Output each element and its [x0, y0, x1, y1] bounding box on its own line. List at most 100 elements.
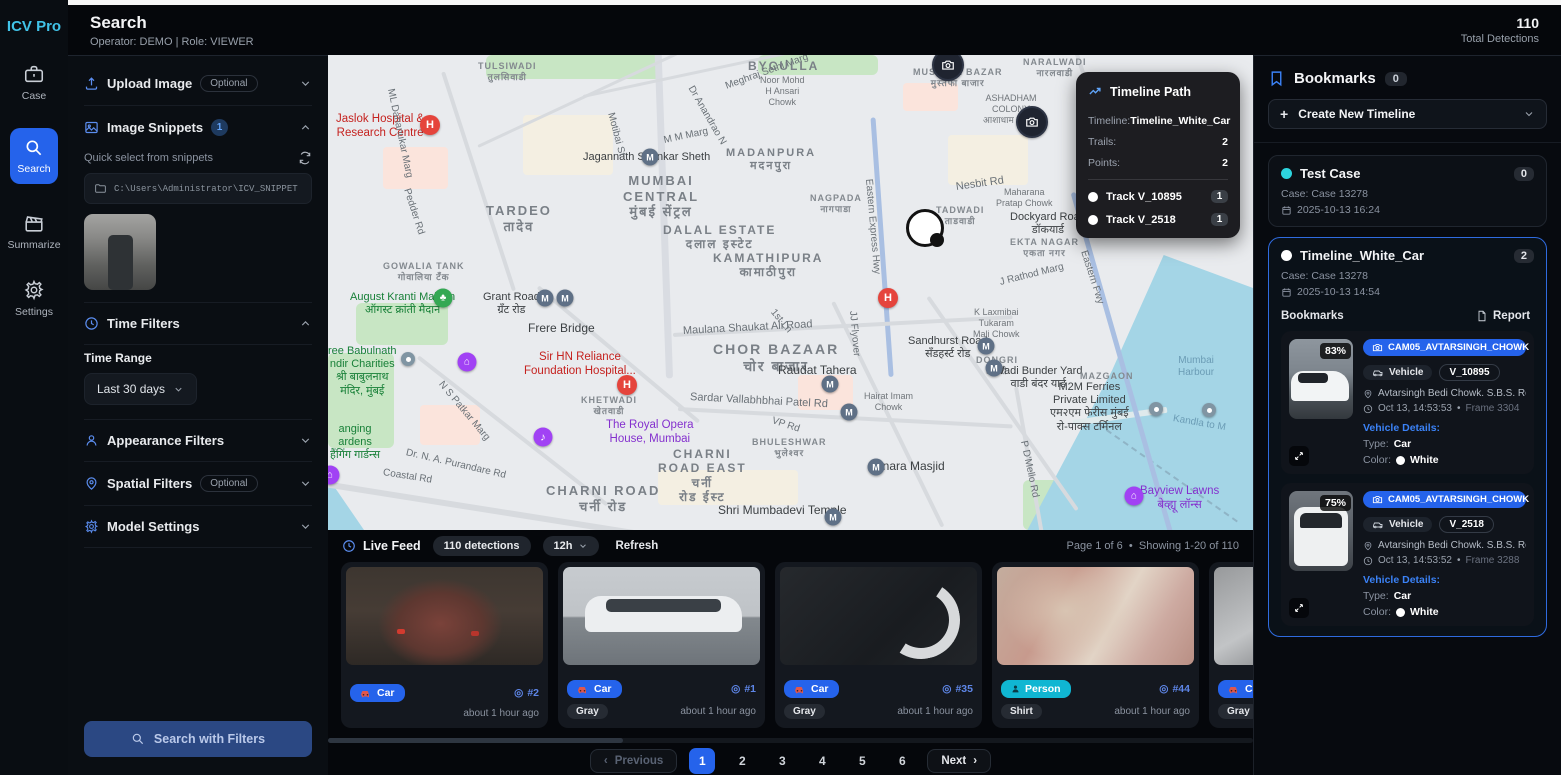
map-block [948, 135, 1028, 185]
map-label: EKTA NAGAR एकता नगर [1010, 237, 1079, 259]
location-pin-icon [84, 476, 99, 491]
chevron-down-icon [173, 384, 184, 395]
camera-marker[interactable] [1016, 106, 1048, 138]
detection-card[interactable]: Car ◎ #2 about 1 hour ago [341, 562, 548, 728]
feed-scrollbar-thumb[interactable] [328, 738, 623, 743]
color-dot [1396, 456, 1405, 465]
report-icon [1476, 310, 1488, 322]
snippet-thumbnail[interactable] [84, 214, 156, 290]
chevron-down-icon[interactable] [299, 520, 312, 533]
track-count-badge: 1 [1211, 190, 1228, 203]
image-snippets-section[interactable]: Image Snippets 1 [84, 106, 312, 149]
detection-id: ◎ #35 [942, 683, 973, 695]
search-with-filters-button[interactable]: Search with Filters [84, 721, 312, 757]
map-poi-marker[interactable]: M [986, 360, 1003, 377]
expand-icon[interactable] [1289, 598, 1309, 618]
clapperboard-icon [23, 212, 45, 234]
chevron-up-icon[interactable] [299, 121, 312, 134]
track-cluster-marker[interactable] [906, 209, 944, 247]
map-label: NAGPADA नागपाडा [810, 193, 862, 215]
detection-feed: Car ◎ #2 about 1 hour ago [328, 562, 1253, 734]
page-number-button[interactable]: 2 [729, 748, 755, 774]
model-settings-section[interactable]: Model Settings [84, 506, 312, 548]
bookmark-location: Avtarsingh Bedi Chowk. S.B.S. Road CP1-.… [1378, 388, 1526, 399]
timeline-card-test-case[interactable]: Test Case 0 Case: Case 13278 2025-10-13 … [1268, 155, 1547, 227]
map-poi-marker[interactable]: M [822, 376, 839, 393]
refresh-icon[interactable] [298, 151, 312, 165]
map-poi-marker[interactable]: M [841, 404, 858, 421]
upload-image-section[interactable]: Upload Image Optional [84, 62, 312, 106]
timeline-card-white-car[interactable]: Timeline_White_Car 2 Case: Case 13278 20… [1268, 237, 1547, 637]
map-poi-marker[interactable]: H [878, 288, 898, 308]
tooltip-track-row: Track V_10895 1 [1088, 190, 1228, 203]
time-range-select[interactable]: Last 30 days [84, 373, 197, 405]
detection-card[interactable]: Car ◎ #1 Gray about 1 hour ago [558, 562, 765, 728]
chevron-down-icon [578, 541, 588, 551]
sidebar-item-summarize[interactable]: Summarize [7, 212, 60, 251]
target-icon: ◎ [942, 683, 951, 695]
map-canvas[interactable]: TULSIWADI तुलसिवाडी BYCULLA Noor Mohd H … [328, 55, 1253, 530]
detection-card[interactable]: Car ◎ Gray [1209, 562, 1253, 728]
map-poi-marker[interactable]: ♣ [434, 289, 453, 308]
detection-card[interactable]: Person ◎ #44 Shirt about 1 hour ago [992, 562, 1199, 728]
map-label: Pedder Rd [400, 187, 426, 236]
chevron-up-icon[interactable] [299, 317, 312, 330]
timeline-case: Case: Case 13278 [1281, 188, 1534, 200]
bookmarks-section-label: Bookmarks [1281, 310, 1476, 322]
next-page-button[interactable]: Next › [927, 749, 991, 773]
map-label: The Royal Opera House, Mumbai [606, 419, 694, 447]
create-new-timeline-button[interactable]: + Create New Timeline [1268, 99, 1547, 129]
map-poi-marker[interactable] [1202, 403, 1216, 417]
map-poi-marker[interactable]: M [557, 290, 574, 307]
map-poi-marker[interactable]: M [978, 338, 995, 355]
map-poi-marker[interactable]: M [537, 290, 554, 307]
sidebar-item-settings[interactable]: Settings [15, 279, 53, 318]
map-poi-marker[interactable]: M [825, 509, 842, 526]
map-label: Hairat Imam Chowk [864, 391, 913, 413]
chevron-down-icon[interactable] [299, 77, 312, 90]
previous-page-button[interactable]: ‹ Previous [590, 749, 677, 773]
attribute-badge: Gray [567, 704, 608, 719]
map-poi-marker[interactable]: H [617, 375, 637, 395]
category-badge: Vehicle [1363, 365, 1432, 380]
bookmarks-title: Bookmarks [1294, 70, 1376, 87]
bookmark-item[interactable]: 75% CAM05_AVTARSINGH_CHOWK Vehicle [1281, 483, 1534, 626]
map-poi-marker[interactable] [1149, 402, 1163, 416]
page-number-button[interactable]: 3 [769, 748, 795, 774]
map-poi-marker[interactable]: ⌂ [1125, 487, 1144, 506]
detection-card[interactable]: Car ◎ #35 Gray about 1 hour ago [775, 562, 982, 728]
report-button[interactable]: Report [1476, 310, 1534, 322]
spatial-filters-section[interactable]: Spatial Filters Optional [84, 462, 312, 506]
sidebar-item-case[interactable]: Case [22, 63, 47, 102]
refresh-button[interactable]: Refresh [615, 540, 658, 552]
snippet-path-field[interactable]: C:\Users\Administrator\ICV_SNIPPET [84, 173, 312, 204]
time-window-select[interactable]: 12h [543, 536, 600, 556]
sidebar-item-search[interactable]: Search [10, 128, 58, 184]
car-icon [1228, 685, 1240, 694]
map-poi-marker[interactable]: M [642, 149, 659, 166]
page-number-button[interactable]: 4 [809, 748, 835, 774]
time-filters-section[interactable]: Time Filters [84, 302, 312, 345]
map-poi-marker[interactable]: ♪ [534, 428, 553, 447]
timeline-case: Case: Case 13278 [1281, 270, 1534, 282]
feed-scrollbar[interactable] [328, 738, 1253, 743]
expand-icon[interactable] [1289, 446, 1309, 466]
bookmark-item[interactable]: 83% CAM05_AVTARSINGH_CHOWK Vehicle [1281, 331, 1534, 474]
page-number-button[interactable]: 6 [889, 748, 915, 774]
chevron-down-icon[interactable] [299, 477, 312, 490]
map-label: J Rathod Marg [999, 261, 1066, 289]
chevron-down-icon[interactable] [299, 434, 312, 447]
appearance-filters-section[interactable]: Appearance Filters [84, 419, 312, 462]
gear-icon [23, 279, 45, 301]
page-number-button[interactable]: 1 [689, 748, 715, 774]
map-poi-marker[interactable]: ⌂ [458, 353, 477, 372]
map-poi-marker[interactable]: M [868, 459, 885, 476]
page-number-button[interactable]: 5 [849, 748, 875, 774]
map-poi-marker[interactable]: ⌂ [328, 466, 340, 485]
map-label: Coastal Rd [382, 467, 433, 487]
map-road [328, 480, 644, 530]
map-poi-marker[interactable] [401, 352, 415, 366]
map-poi-marker[interactable]: H [420, 115, 440, 135]
camera-marker[interactable] [932, 55, 964, 81]
color-dot [1396, 608, 1405, 617]
